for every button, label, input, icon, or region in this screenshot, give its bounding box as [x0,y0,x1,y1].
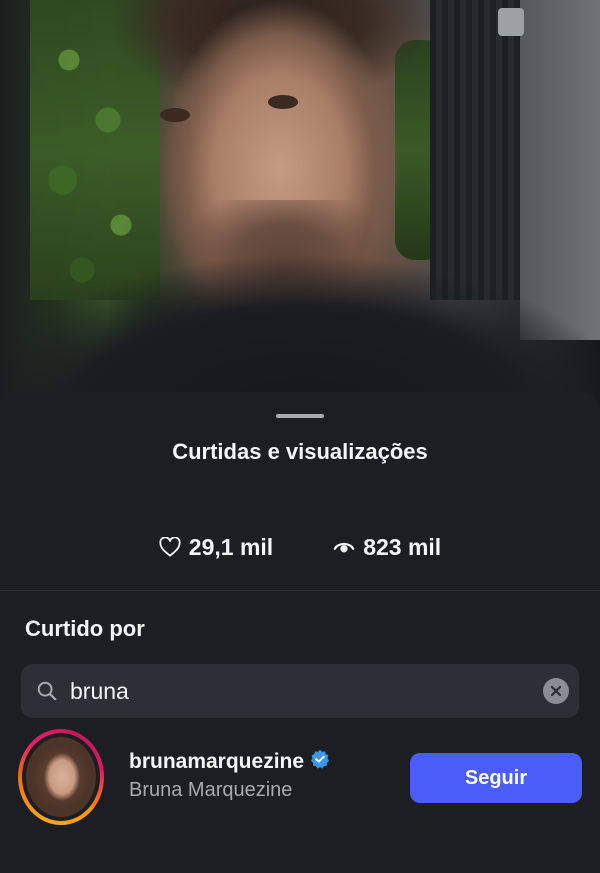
verified-badge-icon [310,749,330,774]
person-eye-right [268,95,298,109]
wall-speaker [498,8,524,36]
username-line: brunamarquezine [129,749,330,774]
sheet-title: Curtidas e visualizações [172,439,428,464]
likes-count: 29,1 mil [188,533,274,560]
likes-views-sheet: Curtidas e visualizações 29,1 mil 823 mi… [0,392,600,873]
search-icon [36,680,58,702]
eye-icon [333,538,355,556]
follow-button[interactable]: Seguir [410,753,582,803]
clear-icon[interactable] [543,678,569,704]
list-item[interactable]: brunamarquezine Bruna Marquezine Seguir [18,729,582,825]
liked-by-heading: Curtido por [25,616,145,641]
person-eye-left [160,108,190,122]
avatar[interactable] [18,729,104,825]
avatar-image [26,737,96,817]
video-background[interactable] [0,0,600,420]
views-count: 823 mil [363,533,442,560]
username[interactable]: brunamarquezine [129,750,304,774]
likes-stat: 29,1 mil [159,534,273,561]
views-stat: 823 mil [333,534,441,561]
stats-row: 29,1 mil 823 mil [0,532,600,562]
search-field[interactable]: bruna [21,664,579,718]
sheet-drag-handle[interactable] [276,414,324,418]
search-input[interactable]: bruna [70,678,543,705]
heart-icon [159,537,181,557]
divider [0,590,600,591]
full-name: Bruna Marquezine [129,779,293,801]
